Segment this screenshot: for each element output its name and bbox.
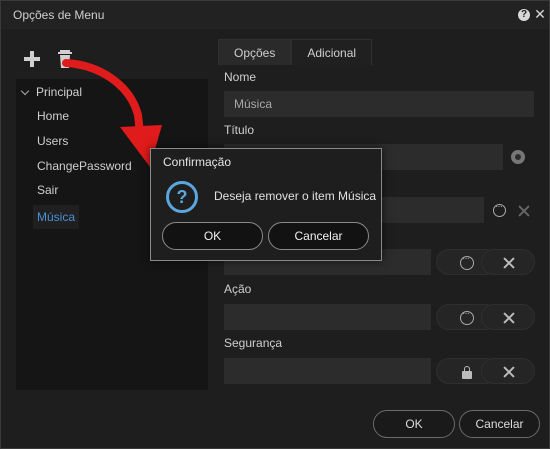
tree-item-users[interactable]: Users bbox=[37, 131, 68, 151]
dots-icon bbox=[460, 308, 474, 325]
acao-field[interactable] bbox=[224, 304, 431, 330]
nome-field[interactable]: Música bbox=[224, 91, 534, 117]
help-icon[interactable]: ? bbox=[518, 9, 530, 21]
browse-dots-icon[interactable] bbox=[493, 201, 506, 217]
titulo-label: Título bbox=[224, 123, 255, 137]
nome-label: Nome bbox=[224, 70, 257, 84]
seguranca-label: Segurança bbox=[224, 336, 283, 350]
confirm-dialog: Confirmação ? Deseja remover o item Músi… bbox=[150, 148, 382, 261]
tree-item-sair[interactable]: Sair bbox=[37, 180, 58, 200]
tree-item-home[interactable]: Home bbox=[37, 106, 69, 126]
acao-label: Ação bbox=[224, 282, 252, 296]
acao-clear-button[interactable] bbox=[481, 304, 535, 330]
title-bar: Opções de Menu ? ✕ bbox=[1, 1, 549, 29]
link-clear-button[interactable] bbox=[481, 249, 535, 275]
tree-item-musica[interactable]: Música bbox=[33, 205, 80, 229]
chevron-down-icon[interactable] bbox=[20, 87, 30, 97]
clear-icon[interactable] bbox=[518, 205, 530, 217]
tree-root-principal[interactable]: Principal bbox=[20, 83, 82, 101]
dialog-title: Confirmação bbox=[163, 155, 232, 169]
lock-icon bbox=[460, 365, 474, 379]
tab-bar: Opções Adicional bbox=[218, 39, 373, 65]
x-icon bbox=[502, 311, 516, 325]
gear-icon[interactable] bbox=[511, 150, 525, 164]
plus-icon[interactable] bbox=[23, 50, 41, 68]
nome-value: Música bbox=[234, 97, 273, 111]
dots-icon bbox=[460, 253, 474, 270]
tree-item-changepassword[interactable]: ChangePassword bbox=[37, 156, 132, 176]
tree-root-label: Principal bbox=[36, 85, 83, 99]
ok-button[interactable]: OK bbox=[373, 410, 455, 438]
dialog-ok-button[interactable]: OK bbox=[162, 222, 263, 250]
cancel-button[interactable]: Cancelar bbox=[459, 410, 540, 438]
tab-opcoes[interactable]: Opções bbox=[218, 39, 292, 65]
close-icon[interactable]: ✕ bbox=[534, 6, 546, 22]
question-icon: ? bbox=[166, 181, 198, 213]
seguranca-field[interactable] bbox=[224, 358, 431, 384]
window-title: Opções de Menu bbox=[13, 8, 105, 22]
dialog-message: Deseja remover o item Música bbox=[214, 189, 377, 203]
trash-icon[interactable] bbox=[57, 50, 73, 68]
seguranca-clear-button[interactable] bbox=[481, 358, 535, 384]
tab-adicional[interactable]: Adicional bbox=[291, 39, 373, 65]
x-icon bbox=[502, 365, 516, 379]
dialog-cancel-button[interactable]: Cancelar bbox=[268, 222, 369, 250]
x-icon bbox=[502, 256, 516, 270]
